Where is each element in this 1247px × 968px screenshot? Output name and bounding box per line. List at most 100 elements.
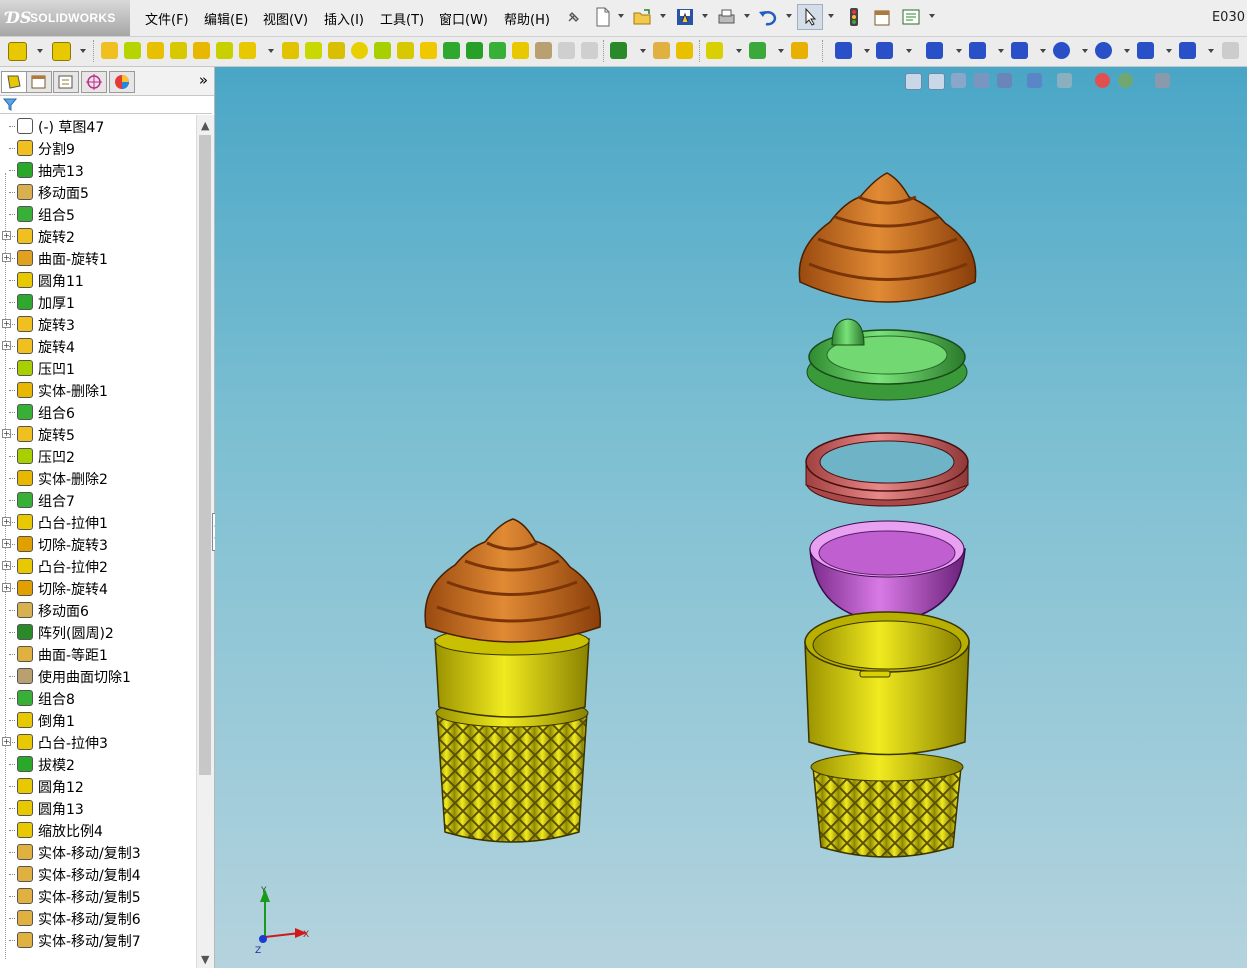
feature-tree-item[interactable]: 阵列(圆周)2 — [0, 621, 196, 643]
ellipse-dropdown-icon[interactable] — [1208, 49, 1214, 53]
move-face-tool-icon[interactable] — [397, 42, 414, 59]
feature-tree-item[interactable]: 缩放比例4 — [0, 819, 196, 841]
smart-dimension-tool-icon[interactable] — [876, 42, 893, 59]
feature-tree-item[interactable]: 移动面6 — [0, 599, 196, 621]
arc-tool-icon[interactable] — [1095, 42, 1112, 59]
feature-tree-item[interactable]: 使用曲面切除1 — [0, 665, 196, 687]
options-icon[interactable] — [899, 5, 923, 29]
draft-tool-icon[interactable] — [282, 42, 299, 59]
scroll-thumb[interactable] — [199, 135, 211, 775]
feature-tree-item[interactable]: 组合6 — [0, 401, 196, 423]
linear-pattern-tool-icon[interactable] — [610, 42, 627, 59]
circle-dropdown-icon[interactable] — [1082, 49, 1088, 53]
graphics-viewport[interactable]: Y X Z — [215, 67, 1247, 968]
loft-tool-icon[interactable] — [147, 42, 164, 59]
feature-tree-item[interactable]: 圆角11 — [0, 269, 196, 291]
slot-tool-icon[interactable] — [1011, 42, 1028, 59]
circle-tool-icon[interactable] — [1053, 42, 1070, 59]
feature-tree-item[interactable]: + 切除-旋转3 — [0, 533, 196, 555]
feature-tree-item[interactable]: + 旋转5 — [0, 423, 196, 445]
spline-dropdown-icon[interactable] — [1166, 49, 1172, 53]
feature-tree-item[interactable]: + 凸台-拉伸2 — [0, 555, 196, 577]
fillet-dropdown-icon[interactable] — [268, 49, 274, 53]
surface-cut-tool-icon[interactable] — [535, 42, 552, 59]
cut-dropdown-icon[interactable] — [80, 49, 86, 53]
line-tool-icon[interactable] — [926, 42, 943, 59]
rectangle-tool-icon[interactable] — [969, 42, 986, 59]
rebuild-traffic-light-icon[interactable] — [842, 5, 866, 29]
feature-tree-item[interactable]: 圆角12 — [0, 775, 196, 797]
tab-display-manager[interactable] — [109, 71, 135, 93]
wrap-tool-icon[interactable] — [216, 42, 233, 59]
feature-tree-item[interactable]: 实体-移动/复制5 — [0, 885, 196, 907]
cut-extrude-tool-icon[interactable] — [52, 42, 71, 61]
boundary-tool-icon[interactable] — [170, 42, 187, 59]
feature-tree-item[interactable]: 倒角1 — [0, 709, 196, 731]
fillet-tool-icon[interactable] — [239, 42, 256, 59]
feature-tree-item[interactable]: 组合7 — [0, 489, 196, 511]
slot-dropdown-icon[interactable] — [1040, 49, 1046, 53]
feature-tree-item[interactable]: 实体-删除1 — [0, 379, 196, 401]
combine-tool-icon[interactable] — [489, 42, 506, 59]
revolve-tool-icon[interactable] — [101, 42, 118, 59]
select-dropdown-icon[interactable] — [828, 14, 834, 18]
ellipse-tool-icon[interactable] — [1179, 42, 1196, 59]
thicken-tool-icon[interactable] — [443, 42, 460, 59]
menu-help[interactable]: 帮助(H) — [504, 9, 550, 28]
new-document-icon[interactable] — [591, 5, 615, 29]
select-pointer-icon[interactable] — [797, 4, 823, 30]
ref-dropdown-icon[interactable] — [736, 49, 742, 53]
feature-tree-item[interactable]: + 旋转3 — [0, 313, 196, 335]
feature-tree-item[interactable]: + 凸台-拉伸3 — [0, 731, 196, 753]
feature-tree-item[interactable]: + 旋转2 — [0, 225, 196, 247]
feature-tree-item[interactable]: 移动面5 — [0, 181, 196, 203]
curves-dropdown-icon[interactable] — [778, 49, 784, 53]
reference-geometry-tool-icon[interactable] — [706, 42, 723, 59]
boss-extrude-tool-icon[interactable] — [8, 42, 27, 61]
sketch-dropdown-icon[interactable] — [864, 49, 870, 53]
tab-property-manager[interactable] — [26, 71, 52, 93]
feature-tree-item[interactable]: + 曲面-旋转1 — [0, 247, 196, 269]
feature-tree-item[interactable]: 曲面-等距1 — [0, 643, 196, 665]
split-tool-icon[interactable] — [466, 42, 483, 59]
arc-dropdown-icon[interactable] — [1124, 49, 1130, 53]
menu-edit[interactable]: 编辑(E) — [204, 9, 248, 28]
tab-feature-manager[interactable] — [1, 71, 27, 93]
feature-tree-item[interactable]: + 旋转4 — [0, 335, 196, 357]
move-copy-tool-icon[interactable] — [653, 42, 670, 59]
new-dropdown-icon[interactable] — [618, 14, 624, 18]
feature-tree-item[interactable]: 实体-移动/复制4 — [0, 863, 196, 885]
feature-tree-item[interactable]: 抽壳13 — [0, 159, 196, 181]
options-dropdown-icon[interactable] — [929, 14, 935, 18]
feature-tree-item[interactable]: 实体-移动/复制3 — [0, 841, 196, 863]
filter-icon[interactable] — [3, 98, 17, 111]
rectangle-dropdown-icon[interactable] — [998, 49, 1004, 53]
feature-tree-item[interactable]: 组合8 — [0, 687, 196, 709]
feature-tree-item[interactable]: 组合5 — [0, 203, 196, 225]
model-scene[interactable]: Y X Z — [215, 67, 1247, 968]
indent-tool-icon[interactable] — [374, 42, 391, 59]
assembled-icecream-model[interactable] — [424, 518, 601, 843]
scroll-up-icon[interactable]: ▲ — [201, 119, 209, 132]
undo-dropdown-icon[interactable] — [786, 14, 792, 18]
pin-icon[interactable] — [562, 5, 586, 29]
feature-tree-item[interactable]: 拔模2 — [0, 753, 196, 775]
more-tabs-button[interactable]: » — [199, 71, 208, 89]
save-dropdown-icon[interactable] — [702, 14, 708, 18]
menu-file[interactable]: 文件(F) — [145, 9, 189, 28]
instant3d-tool-icon[interactable] — [791, 42, 808, 59]
feature-tree-item[interactable]: 实体-删除2 — [0, 467, 196, 489]
scale-tool-icon[interactable] — [512, 42, 529, 59]
spline-tool-icon[interactable] — [1137, 42, 1154, 59]
feature-tree-item[interactable]: 分割9 — [0, 137, 196, 159]
menu-view[interactable]: 视图(V) — [263, 9, 308, 28]
save-icon[interactable] — [673, 5, 697, 29]
feature-tree-item[interactable]: 实体-移动/复制7 — [0, 929, 196, 951]
print-icon[interactable] — [714, 5, 738, 29]
scroll-down-icon[interactable]: ▼ — [201, 953, 209, 966]
menu-tools[interactable]: 工具(T) — [380, 9, 424, 28]
feature-tree-item[interactable]: (-) 草图47 — [0, 115, 196, 137]
pattern-dropdown-icon[interactable] — [640, 49, 646, 53]
tab-configuration-manager[interactable] — [53, 71, 79, 93]
feature-tree-item[interactable]: + 凸台-拉伸1 — [0, 511, 196, 533]
